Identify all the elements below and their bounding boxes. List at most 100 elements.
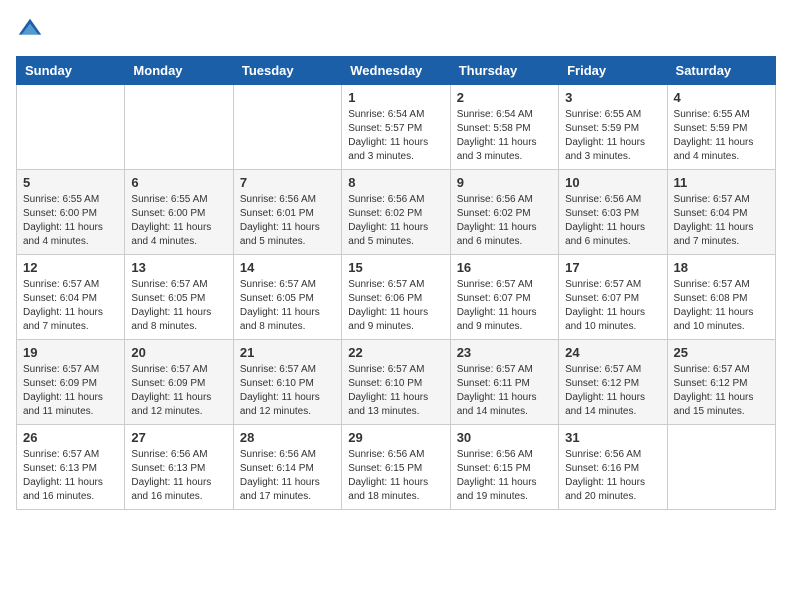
calendar-week-row: 1 Sunrise: 6:54 AM Sunset: 5:57 PM Daylig… <box>17 85 776 170</box>
calendar-day-12: 12Sunrise: 6:57 AM Sunset: 6:04 PM Dayli… <box>17 255 125 340</box>
calendar-table: SundayMondayTuesdayWednesdayThursdayFrid… <box>16 56 776 510</box>
calendar-day-19: 19 Sunrise: 6:57 AM Sunset: 6:09 PM Dayli… <box>17 340 125 425</box>
day-info: Sunrise: 6:57 AM Sunset: 6:09 PM Dayligh… <box>131 363 226 419</box>
day-number: 28 <box>240 430 335 445</box>
calendar-day-11: 11 Sunrise: 6:57 AM Sunset: 6:04 PM Dayli… <box>667 170 775 255</box>
day-info: Sunrise: 6:57 AM Sunset: 6:07 PM Dayligh… <box>457 278 552 334</box>
calendar-header-row: SundayMondayTuesdayWednesdayThursdayFrid… <box>17 57 776 85</box>
calendar-day-26: 26Sunrise: 6:57 AM Sunset: 6:13 PM Dayli… <box>17 425 125 510</box>
day-number: 7 <box>240 175 335 190</box>
day-info: Sunrise: 6:57 AM Sunset: 6:10 PM Dayligh… <box>348 363 443 419</box>
day-number: 12 <box>23 260 118 275</box>
day-number: 31 <box>565 430 660 445</box>
day-info: Sunrise: 6:57 AM Sunset: 6:12 PM Dayligh… <box>674 363 769 419</box>
calendar-day-13: 13 Sunrise: 6:57 AM Sunset: 6:05 PM Dayli… <box>125 255 233 340</box>
day-info: Sunrise: 6:57 AM Sunset: 6:09 PM Dayligh… <box>23 363 118 419</box>
day-info: Sunrise: 6:57 AM Sunset: 6:12 PM Dayligh… <box>565 363 660 419</box>
calendar-header-friday: Friday <box>559 57 667 85</box>
day-info: Sunrise: 6:56 AM Sunset: 6:16 PM Dayligh… <box>565 448 660 504</box>
day-number: 5 <box>23 175 118 190</box>
calendar-day-4: 4 Sunrise: 6:55 AM Sunset: 5:59 PM Daylig… <box>667 85 775 170</box>
calendar-day-5: 5 Sunrise: 6:55 AM Sunset: 6:00 PM Daylig… <box>17 170 125 255</box>
calendar-day-30: 30 Sunrise: 6:56 AM Sunset: 6:15 PM Dayli… <box>450 425 558 510</box>
calendar-day-22: 22 Sunrise: 6:57 AM Sunset: 6:10 PM Dayli… <box>342 340 450 425</box>
day-number: 1 <box>348 90 443 105</box>
calendar-day-18: 18 Sunrise: 6:57 AM Sunset: 6:08 PM Dayli… <box>667 255 775 340</box>
day-number: 6 <box>131 175 226 190</box>
calendar-header-monday: Monday <box>125 57 233 85</box>
day-info: Sunrise: 6:54 AM Sunset: 5:57 PM Dayligh… <box>348 108 443 164</box>
day-info: Sunrise: 6:56 AM Sunset: 6:02 PM Dayligh… <box>457 193 552 249</box>
day-number: 20 <box>131 345 226 360</box>
calendar-day-28: 28 Sunrise: 6:56 AM Sunset: 6:14 PM Dayli… <box>233 425 341 510</box>
day-info: Sunrise: 6:55 AM Sunset: 5:59 PM Dayligh… <box>565 108 660 164</box>
day-info: Sunrise: 6:57 AM Sunset: 6:11 PM Dayligh… <box>457 363 552 419</box>
day-info: Sunrise: 6:54 AM Sunset: 5:58 PM Dayligh… <box>457 108 552 164</box>
day-number: 21 <box>240 345 335 360</box>
day-info: Sunrise: 6:55 AM Sunset: 6:00 PM Dayligh… <box>23 193 118 249</box>
day-number: 18 <box>674 260 769 275</box>
calendar-week-row: 19 Sunrise: 6:57 AM Sunset: 6:09 PM Dayli… <box>17 340 776 425</box>
day-number: 16 <box>457 260 552 275</box>
day-number: 25 <box>674 345 769 360</box>
day-number: 9 <box>457 175 552 190</box>
calendar-day-16: 16 Sunrise: 6:57 AM Sunset: 6:07 PM Dayli… <box>450 255 558 340</box>
calendar-empty-cell <box>17 85 125 170</box>
day-number: 8 <box>348 175 443 190</box>
calendar-week-row: 12Sunrise: 6:57 AM Sunset: 6:04 PM Dayli… <box>17 255 776 340</box>
calendar-header-thursday: Thursday <box>450 57 558 85</box>
day-number: 14 <box>240 260 335 275</box>
calendar-day-15: 15Sunrise: 6:57 AM Sunset: 6:06 PM Dayli… <box>342 255 450 340</box>
day-number: 29 <box>348 430 443 445</box>
calendar-header-wednesday: Wednesday <box>342 57 450 85</box>
day-number: 19 <box>23 345 118 360</box>
day-info: Sunrise: 6:56 AM Sunset: 6:13 PM Dayligh… <box>131 448 226 504</box>
calendar-day-1: 1 Sunrise: 6:54 AM Sunset: 5:57 PM Daylig… <box>342 85 450 170</box>
day-info: Sunrise: 6:57 AM Sunset: 6:04 PM Dayligh… <box>674 193 769 249</box>
day-number: 3 <box>565 90 660 105</box>
calendar-empty-cell <box>233 85 341 170</box>
calendar-day-2: 2 Sunrise: 6:54 AM Sunset: 5:58 PM Daylig… <box>450 85 558 170</box>
day-info: Sunrise: 6:57 AM Sunset: 6:07 PM Dayligh… <box>565 278 660 334</box>
day-number: 10 <box>565 175 660 190</box>
calendar-day-7: 7Sunrise: 6:56 AM Sunset: 6:01 PM Daylig… <box>233 170 341 255</box>
day-info: Sunrise: 6:55 AM Sunset: 6:00 PM Dayligh… <box>131 193 226 249</box>
calendar-header-sunday: Sunday <box>17 57 125 85</box>
calendar-day-27: 27Sunrise: 6:56 AM Sunset: 6:13 PM Dayli… <box>125 425 233 510</box>
calendar-day-8: 8Sunrise: 6:56 AM Sunset: 6:02 PM Daylig… <box>342 170 450 255</box>
day-info: Sunrise: 6:57 AM Sunset: 6:05 PM Dayligh… <box>131 278 226 334</box>
calendar-day-31: 31 Sunrise: 6:56 AM Sunset: 6:16 PM Dayli… <box>559 425 667 510</box>
page-header <box>16 16 776 44</box>
calendar-day-17: 17 Sunrise: 6:57 AM Sunset: 6:07 PM Dayli… <box>559 255 667 340</box>
calendar-day-3: 3 Sunrise: 6:55 AM Sunset: 5:59 PM Daylig… <box>559 85 667 170</box>
day-number: 30 <box>457 430 552 445</box>
calendar-day-23: 23 Sunrise: 6:57 AM Sunset: 6:11 PM Dayli… <box>450 340 558 425</box>
day-info: Sunrise: 6:57 AM Sunset: 6:10 PM Dayligh… <box>240 363 335 419</box>
calendar-header-tuesday: Tuesday <box>233 57 341 85</box>
calendar-week-row: 26Sunrise: 6:57 AM Sunset: 6:13 PM Dayli… <box>17 425 776 510</box>
day-number: 11 <box>674 175 769 190</box>
day-info: Sunrise: 6:57 AM Sunset: 6:05 PM Dayligh… <box>240 278 335 334</box>
day-number: 26 <box>23 430 118 445</box>
calendar-day-9: 9 Sunrise: 6:56 AM Sunset: 6:02 PM Daylig… <box>450 170 558 255</box>
day-number: 2 <box>457 90 552 105</box>
day-info: Sunrise: 6:57 AM Sunset: 6:08 PM Dayligh… <box>674 278 769 334</box>
day-info: Sunrise: 6:56 AM Sunset: 6:15 PM Dayligh… <box>348 448 443 504</box>
day-info: Sunrise: 6:57 AM Sunset: 6:06 PM Dayligh… <box>348 278 443 334</box>
calendar-day-6: 6 Sunrise: 6:55 AM Sunset: 6:00 PM Daylig… <box>125 170 233 255</box>
logo <box>16 16 48 44</box>
day-info: Sunrise: 6:55 AM Sunset: 5:59 PM Dayligh… <box>674 108 769 164</box>
calendar-day-14: 14 Sunrise: 6:57 AM Sunset: 6:05 PM Dayli… <box>233 255 341 340</box>
day-number: 22 <box>348 345 443 360</box>
calendar-day-20: 20 Sunrise: 6:57 AM Sunset: 6:09 PM Dayli… <box>125 340 233 425</box>
calendar-day-24: 24Sunrise: 6:57 AM Sunset: 6:12 PM Dayli… <box>559 340 667 425</box>
day-number: 23 <box>457 345 552 360</box>
day-info: Sunrise: 6:56 AM Sunset: 6:14 PM Dayligh… <box>240 448 335 504</box>
day-number: 13 <box>131 260 226 275</box>
calendar-empty-cell <box>125 85 233 170</box>
day-info: Sunrise: 6:56 AM Sunset: 6:15 PM Dayligh… <box>457 448 552 504</box>
calendar-day-25: 25 Sunrise: 6:57 AM Sunset: 6:12 PM Dayli… <box>667 340 775 425</box>
day-number: 4 <box>674 90 769 105</box>
logo-icon <box>16 16 44 44</box>
day-number: 17 <box>565 260 660 275</box>
